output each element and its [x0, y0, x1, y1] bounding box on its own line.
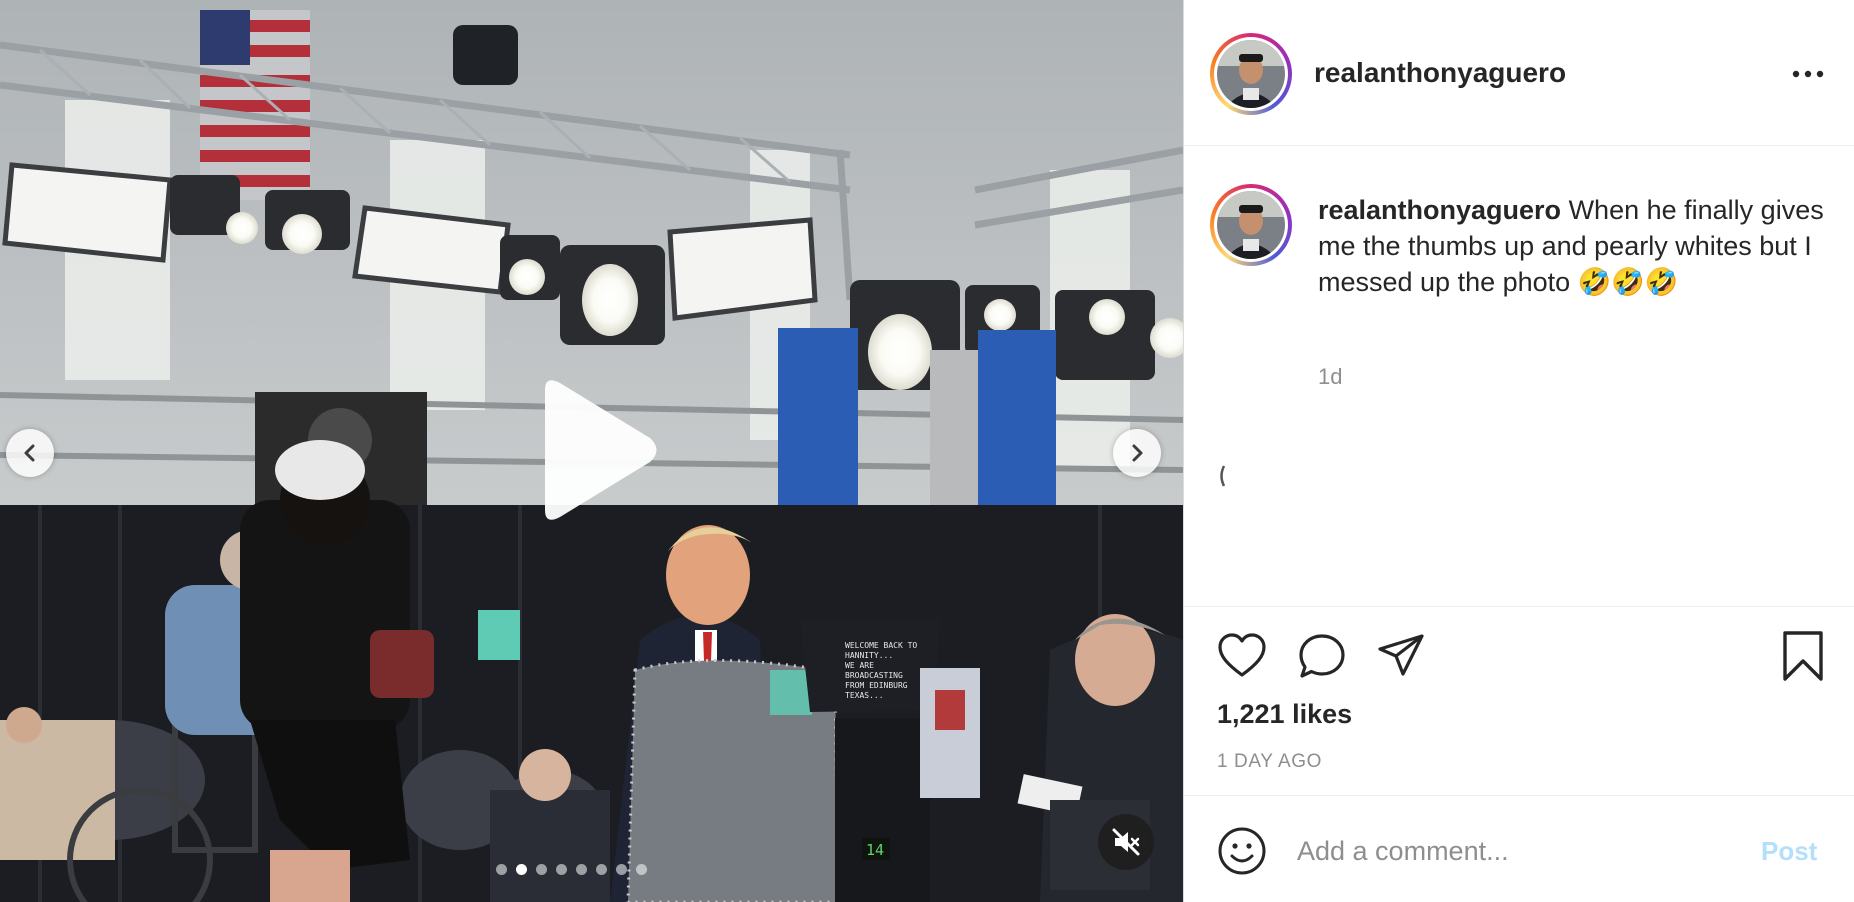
- post-comment-button[interactable]: Post: [1761, 836, 1817, 867]
- carousel-dot: [596, 863, 607, 875]
- caption: realanthonyaguero When he finally gives …: [1318, 192, 1828, 300]
- comment-bar: Post: [1184, 795, 1854, 902]
- teleprompter-line: BROADCASTING: [845, 671, 903, 680]
- carousel-dot: [576, 863, 587, 875]
- mute-toggle-button[interactable]: [1098, 814, 1154, 870]
- post-header: realanthonyaguero: [1184, 0, 1854, 146]
- post-media[interactable]: WELCOME BACK TO HANNITY... WE ARE BROADC…: [0, 0, 1183, 902]
- teleprompter-line: TEXAS...: [845, 691, 884, 700]
- avatar-image: [1217, 191, 1285, 259]
- carousel-dot: [536, 863, 547, 875]
- carousel-dot: [636, 863, 647, 875]
- caption-avatar[interactable]: [1210, 184, 1292, 266]
- instagram-post: WELCOME BACK TO HANNITY... WE ARE BROADC…: [0, 0, 1854, 902]
- carousel-dot: [496, 863, 507, 875]
- floor-counter: 14: [866, 841, 884, 859]
- comment-bubble-icon[interactable]: [1297, 632, 1347, 680]
- teleprompter-line: WE ARE: [845, 661, 874, 670]
- bookmark-icon[interactable]: [1781, 630, 1825, 682]
- loading-spinner-icon: [1220, 465, 1226, 487]
- caption-timestamp[interactable]: 1d: [1318, 364, 1342, 390]
- caption-block: realanthonyaguero When he finally gives …: [1184, 146, 1854, 606]
- post-sidebar: realanthonyaguero realanthonyaguero When…: [1183, 0, 1854, 902]
- header-username[interactable]: realanthonyaguero: [1314, 57, 1566, 89]
- carousel-indicator: [496, 862, 647, 876]
- play-icon[interactable]: [515, 370, 665, 530]
- chevron-left-icon: [24, 444, 35, 462]
- teleprompter-line: FROM EDINBURG: [845, 681, 908, 690]
- caption-username[interactable]: realanthonyaguero: [1318, 195, 1561, 225]
- comment-input[interactable]: [1297, 826, 1717, 876]
- likes-count[interactable]: 1,221 likes: [1217, 699, 1352, 730]
- more-options-icon[interactable]: [1790, 62, 1826, 86]
- next-slide-button[interactable]: [1113, 429, 1161, 477]
- post-actions: 1,221 likes 1 DAY AGO: [1184, 606, 1854, 796]
- heart-icon[interactable]: [1217, 632, 1267, 680]
- paper-plane-icon[interactable]: [1376, 632, 1426, 680]
- teleprompter-line: HANNITY...: [845, 651, 893, 660]
- post-date[interactable]: 1 DAY AGO: [1217, 751, 1322, 773]
- speaker-muted-icon: [1112, 828, 1140, 856]
- teleprompter-line: WELCOME BACK TO: [845, 641, 917, 650]
- avatar-image: [1217, 40, 1285, 108]
- carousel-dot-active: [516, 863, 527, 875]
- chevron-right-icon: [1132, 444, 1143, 462]
- smiley-icon[interactable]: [1217, 826, 1267, 876]
- avatar[interactable]: [1210, 33, 1292, 115]
- previous-slide-button[interactable]: [6, 429, 54, 477]
- carousel-dot: [616, 863, 627, 875]
- carousel-dot: [556, 863, 567, 875]
